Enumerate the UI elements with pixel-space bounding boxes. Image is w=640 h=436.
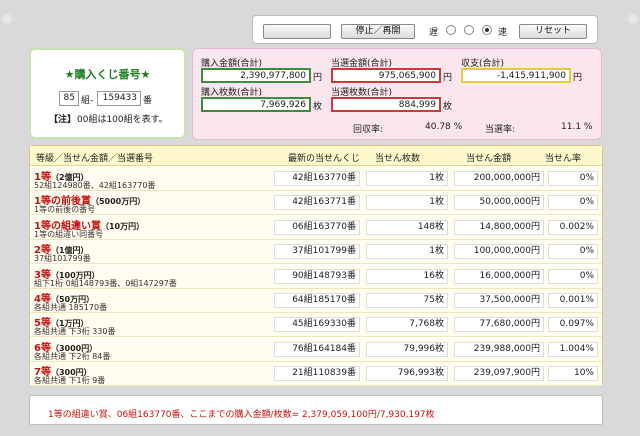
table-row: 1等の前後賞（5000万円） 1等の前後の番号 42組163771番 1枚 50,000… — [30, 191, 602, 216]
latest-ticket-cell: 37組101799番 — [274, 244, 360, 260]
table-row: 3等（100万円） 組下1桁 0組148793番、0組147297番 90組1487… — [30, 264, 602, 289]
speed-fast-label: 速 — [498, 28, 508, 38]
speed-radio-3[interactable] — [482, 25, 492, 35]
mai-unit: 枚 — [313, 102, 323, 112]
latest-ticket-cell: 90組148793番 — [274, 268, 360, 284]
win-rate-cell: 0% — [548, 171, 598, 186]
win-count-cell: 75枚 — [366, 293, 448, 308]
header-count: 当せん枚数 — [375, 154, 421, 164]
win-rate-label: 当選率: — [485, 125, 516, 135]
win-money-cell: 50,000,000円 — [454, 195, 544, 211]
recovery-value: 40.78 % — [425, 122, 463, 132]
note-tag: 【注】 — [49, 115, 77, 125]
speed-slow-label: 遅 — [429, 28, 439, 38]
purchase-amount-field: 2,390,977,800 — [201, 68, 311, 83]
blank-button[interactable] — [263, 24, 331, 39]
lot-number-panel: ★購入くじ番号★ 85 組- 159433 番 【注】 00組は100組を表す。 — [29, 48, 186, 139]
group-input[interactable]: 85 — [59, 91, 79, 106]
win-money-cell: 77,680,000円 — [454, 317, 544, 333]
win-count-cell: 1枚 — [366, 244, 448, 260]
win-money-cell: 100,000,000円 — [454, 244, 544, 260]
rank-winning-numbers: 組下1桁 0組148793番、0組147297番 — [34, 278, 177, 288]
prize-table: 等級／当せん金額／当選番号 最新の当せんくじ 当せん枚数 当せん金額 当せん率 … — [29, 145, 603, 387]
win-money-cell: 37,500,000円 — [454, 293, 544, 308]
latest-ticket-cell: 42組163771番 — [274, 195, 360, 211]
win-rate-cell: 0% — [548, 244, 598, 260]
win-count-cell: 1枚 — [366, 195, 448, 211]
win-count-cell: 79,996枚 — [366, 341, 448, 357]
win-rate-cell: 0.002% — [548, 219, 598, 235]
table-row: 5等（1万円） 各組共通 下3桁 330番 45組169330番 7,768枚 77,6… — [30, 313, 602, 338]
side-decoration-icon — [2, 14, 12, 24]
win-count-cell: 16枚 — [366, 268, 448, 284]
lot-title: ★購入くじ番号★ — [64, 68, 151, 81]
table-row: 1等の組違い賞（10万円） 1等の組違い同番号 06組163770番 148枚 14,8… — [30, 215, 602, 240]
win-rate-cell: 0% — [548, 195, 598, 211]
summary-panel: 購入金額(合計) 2,390,977,800 円 購入枚数(合計) 7,969,… — [192, 48, 602, 140]
table-header: 等級／当せん金額／当選番号 最新の当せんくじ 当せん枚数 当せん金額 当せん率 — [30, 146, 602, 166]
header-rank: 等級／当せん金額／当選番号 — [36, 154, 154, 164]
mai-unit: 枚 — [443, 102, 453, 112]
latest-ticket-cell: 64組185170番 — [274, 293, 360, 308]
win-rate-cell: 10% — [548, 366, 598, 382]
latest-ticket-cell: 45組169330番 — [274, 317, 360, 333]
table-row: 1等（2億円） 52組124980番、42組163770番 42組163770番 1枚… — [30, 167, 602, 191]
side-decoration-icon — [628, 14, 638, 24]
reset-button[interactable]: リセット — [519, 24, 587, 39]
rank-winning-numbers: 各組共通 下3桁 330番 — [34, 327, 116, 337]
win-rate-cell: 0.097% — [548, 317, 598, 333]
footer-message: 1等の組違い賞、06組163770番、ここまでの購入金額/枚数= 2,379,0… — [48, 410, 435, 420]
win-rate-cell: 0% — [548, 268, 598, 284]
header-latest: 最新の当せんくじ — [288, 154, 361, 164]
win-count-cell: 1枚 — [366, 171, 448, 186]
latest-ticket-cell: 42組163770番 — [274, 171, 360, 186]
yen-unit: 円 — [443, 73, 453, 83]
footer-panel: 1等の組違い賞、06組163770番、ここまでの購入金額/枚数= 2,379,0… — [29, 395, 603, 425]
stop-resume-button[interactable]: 停止／再開 — [341, 24, 415, 39]
table-row: 7等（300円） 各組共通 下1桁 9番 21組110839番 796,993枚 239… — [30, 362, 602, 387]
rank-winning-numbers: 各組共通 185170番 — [34, 303, 108, 312]
win-rate-value: 11.1 % — [561, 122, 593, 132]
win-money-cell: 14,800,000円 — [454, 219, 544, 235]
group-suffix: 組- — [81, 96, 94, 106]
header-money: 当せん金額 — [466, 154, 512, 164]
win-money-cell: 200,000,000円 — [454, 171, 544, 186]
yen-unit: 円 — [313, 73, 323, 83]
rank-winning-numbers: 1等の組違い同番号 — [34, 229, 104, 239]
win-amount-field: 975,065,900 — [331, 68, 441, 83]
number-input[interactable]: 159433 — [97, 91, 141, 106]
rank-amount: （10万円） — [100, 221, 145, 231]
rank-winning-numbers: 各組共通 下1桁 9番 — [34, 376, 106, 386]
win-count-field: 884,999 — [331, 97, 441, 112]
header-rate: 当せん率 — [545, 154, 582, 164]
number-suffix: 番 — [143, 96, 153, 106]
win-count-cell: 7,768枚 — [366, 317, 448, 333]
win-money-cell: 16,000,000円 — [454, 268, 544, 284]
purchase-count-field: 7,969,926 — [201, 97, 311, 112]
speed-radio-2[interactable] — [464, 25, 474, 35]
control-bar: 停止／再開 遅 速 リセット — [252, 15, 598, 44]
win-money-cell: 239,988,000円 — [454, 341, 544, 357]
win-rate-cell: 1.004% — [548, 341, 598, 357]
rank-winning-numbers: 52組124980番、42組163770番 — [34, 181, 156, 190]
rank-winning-numbers: 1等の前後の番号 — [34, 205, 96, 215]
table-row: 2等（1億円） 37組101799番 37組101799番 1枚 100,000,000… — [30, 240, 602, 265]
win-count-cell: 148枚 — [366, 219, 448, 235]
win-rate-cell: 0.001% — [548, 293, 598, 308]
speed-radio-1[interactable] — [446, 25, 456, 35]
balance-field: -1,415,911,900 — [461, 68, 571, 83]
rank-amount: （5000万円） — [90, 197, 146, 207]
latest-ticket-cell: 21組110839番 — [274, 366, 360, 382]
table-row: 6等（3000円） 各組共通 下2桁 84番 76組164184番 79,996枚 23… — [30, 337, 602, 362]
rank-winning-numbers: 37組101799番 — [34, 254, 91, 264]
yen-unit: 円 — [573, 73, 583, 83]
note-text: 00組は100組を表す。 — [77, 115, 168, 125]
latest-ticket-cell: 06組163770番 — [274, 219, 360, 235]
latest-ticket-cell: 76組164184番 — [274, 341, 360, 357]
rank-winning-numbers: 各組共通 下2桁 84番 — [34, 351, 111, 361]
win-money-cell: 239,097,900円 — [454, 366, 544, 382]
win-count-cell: 796,993枚 — [366, 366, 448, 382]
recovery-label: 回収率: — [353, 125, 384, 135]
table-row: 4等（50万円） 各組共通 185170番 64組185170番 75枚 37,500,… — [30, 289, 602, 313]
